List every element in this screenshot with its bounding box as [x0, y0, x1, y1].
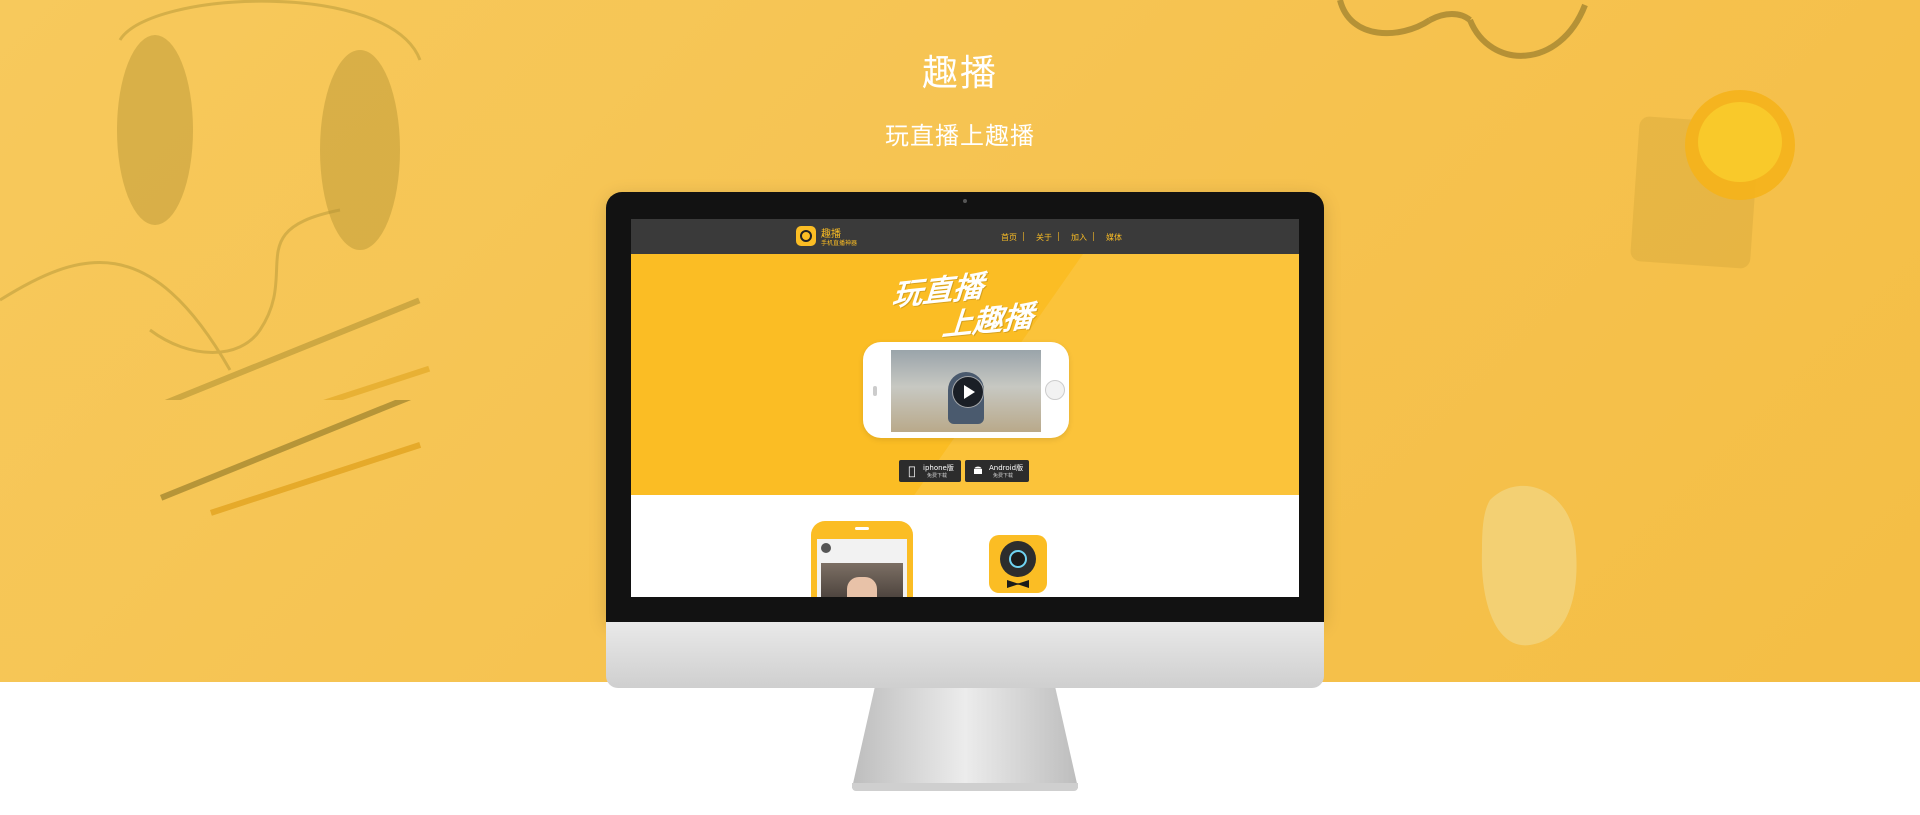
nav-separator	[1058, 232, 1059, 241]
monitor-chin	[606, 622, 1324, 688]
page-subtitle: 玩直播上趣播	[885, 122, 1035, 150]
nav-item-about[interactable]: 关于	[1036, 232, 1052, 243]
avatar	[821, 543, 831, 553]
bowtie-icon	[1007, 580, 1029, 588]
feature-phone-preview	[811, 521, 913, 597]
android-download-button[interactable]: Android版 免费下载	[965, 460, 1029, 482]
phone-home-button	[1045, 380, 1065, 400]
live-photo	[821, 563, 903, 597]
photo-face	[847, 577, 877, 597]
download-note: 免费下载	[993, 473, 1014, 479]
logo-ring	[800, 230, 812, 242]
nav-item-media[interactable]: 媒体	[1106, 232, 1122, 243]
nav-item-home[interactable]: 首页	[1001, 232, 1017, 243]
app-camera-icon	[989, 535, 1047, 593]
phone-speaker	[855, 527, 869, 530]
play-icon	[964, 385, 975, 399]
monitor-stand-base	[852, 783, 1078, 791]
monitor-screen: 趣播 手机直播神器 首页 关于 加入 媒体 玩直播 上趣播  iphone版 …	[631, 219, 1299, 597]
site-banner: 玩直播 上趣播  iphone版 免费下载 Android版 免费下载	[631, 254, 1299, 495]
logo-tagline: 手机直播神器	[821, 240, 858, 247]
monitor-stand	[852, 688, 1078, 788]
download-note: 免费下载	[927, 473, 948, 479]
camera-lens	[1000, 541, 1036, 577]
android-icon	[971, 464, 985, 478]
banner-slogan-line2: 上趣播	[940, 299, 1035, 344]
apple-icon: 	[905, 464, 919, 478]
lens-ring	[1009, 550, 1027, 568]
play-button[interactable]	[952, 376, 984, 408]
nav-separator	[1093, 232, 1094, 241]
phone-screen	[817, 539, 907, 597]
page-title: 趣播	[921, 53, 998, 94]
banner-phone	[863, 342, 1069, 438]
pencils-icon	[160, 400, 422, 516]
nav-separator	[1023, 232, 1024, 241]
nav-item-join[interactable]: 加入	[1071, 232, 1087, 243]
iphone-download-button[interactable]:  iphone版 免费下载	[899, 460, 961, 482]
video-preview[interactable]	[891, 350, 1041, 432]
logo-icon[interactable]	[796, 226, 816, 246]
site-navbar: 趣播 手机直播神器 首页 关于 加入 媒体	[631, 219, 1299, 254]
phone-speaker	[873, 386, 877, 396]
camera-dot	[963, 199, 967, 203]
mouse-icon	[1481, 485, 1577, 646]
